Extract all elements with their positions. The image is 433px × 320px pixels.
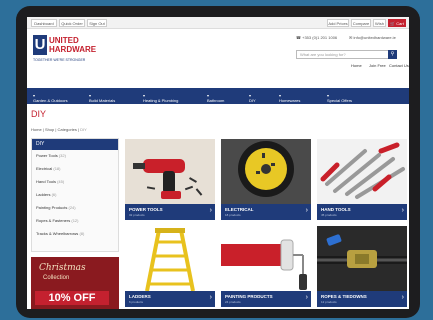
tile-title: ROPES & TIEDOWNS <box>321 294 367 299</box>
chevron-right-icon: › <box>209 294 212 301</box>
chevron-right-icon: › <box>209 207 212 214</box>
contact-us-link[interactable]: Contact Us <box>389 63 409 68</box>
email-address[interactable]: ✉ info@unitedhardware.ie <box>349 35 396 40</box>
main-navigation: Garden & Outdoors ▾ Build Materials ▾ He… <box>27 88 409 104</box>
ratchet-strap-image <box>317 226 407 291</box>
tile-title: LADDERS <box>129 294 151 299</box>
sidebar-heading: DIY <box>32 139 118 150</box>
breadcrumb-categories[interactable]: Categories <box>58 127 77 132</box>
join-free-link[interactable]: Join Free <box>369 63 386 68</box>
category-tile-ropes[interactable]: ROPES & TIEDOWNS 12 products › <box>317 226 407 307</box>
phone-text: +353 (0)1 201 1006 <box>302 35 338 40</box>
tab-sign-out[interactable]: Sign Out <box>87 19 107 27</box>
nav-homewares[interactable]: Homewares ▾ <box>279 93 300 103</box>
cart-button[interactable]: 🛒 Cart <box>388 19 406 27</box>
search-icon[interactable]: ⚲ <box>388 50 397 59</box>
add-prices-link[interactable]: Add Prices <box>327 19 349 27</box>
category-tile-hand-tools[interactable]: HAND TOOLS 45 products › <box>317 139 407 220</box>
top-bar: Dashboard Quick Order Sign Out Add Price… <box>27 17 409 29</box>
chevron-right-icon: › <box>305 207 308 214</box>
ladder-image <box>125 226 215 292</box>
united-hardware-logo[interactable]: U UNITED HARDWARE TOGETHER WE'RE STRONGE… <box>33 34 109 74</box>
hand-tools-image <box>317 139 407 204</box>
tablet-frame: Dashboard Quick Order Sign Out Add Price… <box>16 6 420 318</box>
logo-mark: U <box>33 35 47 55</box>
nav-build-materials[interactable]: Build Materials ▾ <box>89 93 115 103</box>
tab-dashboard[interactable]: Dashboard <box>31 19 57 27</box>
category-sidebar: DIY Power Tools (32) Electrical (18) Han… <box>31 138 119 252</box>
category-tile-painting[interactable]: PAINTING PRODUCTS 24 products › <box>221 226 311 307</box>
tile-title: HAND TOOLS <box>321 207 351 212</box>
search-input[interactable]: What are you looking for? ⚲ <box>296 50 397 59</box>
category-tile-power-tools[interactable]: POWER TOOLS 32 products › <box>125 139 215 220</box>
tile-caption: POWER TOOLS 32 products › <box>125 204 215 220</box>
category-tile-electrical[interactable]: ELECTRICAL 18 products › <box>221 139 311 220</box>
cart-icon: 🛒 <box>390 21 396 26</box>
sidebar-item-tracks[interactable]: Tracks & Wheelbarrows (8) <box>36 231 84 236</box>
breadcrumb-shop[interactable]: Shop <box>45 127 54 132</box>
tile-subtitle: 6 products <box>129 300 144 304</box>
tile-subtitle: 18 products <box>225 213 241 217</box>
power-drill-image <box>125 139 215 204</box>
tile-caption: ELECTRICAL 18 products › <box>221 204 311 220</box>
paint-roller-image <box>221 226 311 291</box>
page-title: DIY <box>31 109 47 119</box>
sidebar-item-painting[interactable]: Painting Products (24) <box>36 205 76 210</box>
nav-heating-plumbing[interactable]: Heating & Plumbing ▾ <box>143 93 178 103</box>
phone-icon: ☎ <box>296 35 301 40</box>
cable-reel-image <box>221 139 311 204</box>
banner-collection: Collection <box>43 275 70 281</box>
sidebar-item-hand-tools[interactable]: Hand Tools (45) <box>36 179 64 184</box>
sidebar-item-power-tools[interactable]: Power Tools (32) <box>36 153 66 158</box>
nav-garden-outdoors[interactable]: Garden & Outdoors ▾ <box>33 93 68 103</box>
breadcrumb-home[interactable]: Home <box>31 127 42 132</box>
tile-title: ELECTRICAL <box>225 207 254 212</box>
sidebar-item-electrical[interactable]: Electrical (18) <box>36 166 60 171</box>
mail-icon: ✉ <box>349 35 353 40</box>
email-text: info@unitedhardware.ie <box>353 35 396 40</box>
category-tile-ladders[interactable]: LADDERS 6 products › <box>125 226 215 307</box>
tile-caption: ROPES & TIEDOWNS 12 products › <box>317 291 407 307</box>
nav-special-offers[interactable]: Special Offers ▾ <box>327 93 352 103</box>
tile-caption: LADDERS 6 products › <box>125 291 215 307</box>
nav-bathroom[interactable]: Bathroom ▾ <box>207 93 224 103</box>
tile-caption: HAND TOOLS 45 products › <box>317 204 407 220</box>
banner-discount: 10% OFF <box>35 291 109 305</box>
banner-christmas: Christmas <box>39 263 86 273</box>
phone-number[interactable]: ☎ +353 (0)1 201 1006 <box>296 35 337 40</box>
tile-title: POWER TOOLS <box>129 207 163 212</box>
tab-quick-order[interactable]: Quick Order <box>59 19 85 27</box>
chevron-right-icon: › <box>401 294 404 301</box>
tile-caption: PAINTING PRODUCTS 24 products › <box>221 291 311 307</box>
cart-label: Cart <box>396 21 404 26</box>
logo-tagline: TOGETHER WE'RE STRONGER <box>33 58 86 62</box>
tile-subtitle: 45 products <box>321 213 337 217</box>
breadcrumb: Home | Shop | Categories | DIY <box>31 127 87 132</box>
search-placeholder: What are you looking for? <box>300 52 346 57</box>
nav-diy[interactable]: DIY ▾ <box>249 93 256 103</box>
chevron-right-icon: › <box>305 294 308 301</box>
sidebar-item-ladders[interactable]: Ladders (6) <box>36 192 56 197</box>
wish-link[interactable]: Wish <box>373 19 386 27</box>
tile-subtitle: 32 products <box>129 213 145 217</box>
breadcrumb-current: DIY <box>80 127 87 132</box>
logo-brand: UNITED HARDWARE <box>49 36 97 54</box>
chevron-right-icon: › <box>401 207 404 214</box>
christmas-promo-banner[interactable]: Christmas Collection 10% OFF <box>31 257 119 309</box>
browser-screen: Dashboard Quick Order Sign Out Add Price… <box>27 17 409 309</box>
site-header: U UNITED HARDWARE TOGETHER WE'RE STRONGE… <box>27 29 409 85</box>
sidebar-item-ropes[interactable]: Ropes & Fasteners (12) <box>36 218 79 223</box>
compare-link[interactable]: Compare <box>351 19 371 27</box>
tile-subtitle: 24 products <box>225 300 241 304</box>
nav-home-link[interactable]: Home <box>351 63 362 68</box>
tile-subtitle: 12 products <box>321 300 337 304</box>
tile-title: PAINTING PRODUCTS <box>225 294 273 299</box>
